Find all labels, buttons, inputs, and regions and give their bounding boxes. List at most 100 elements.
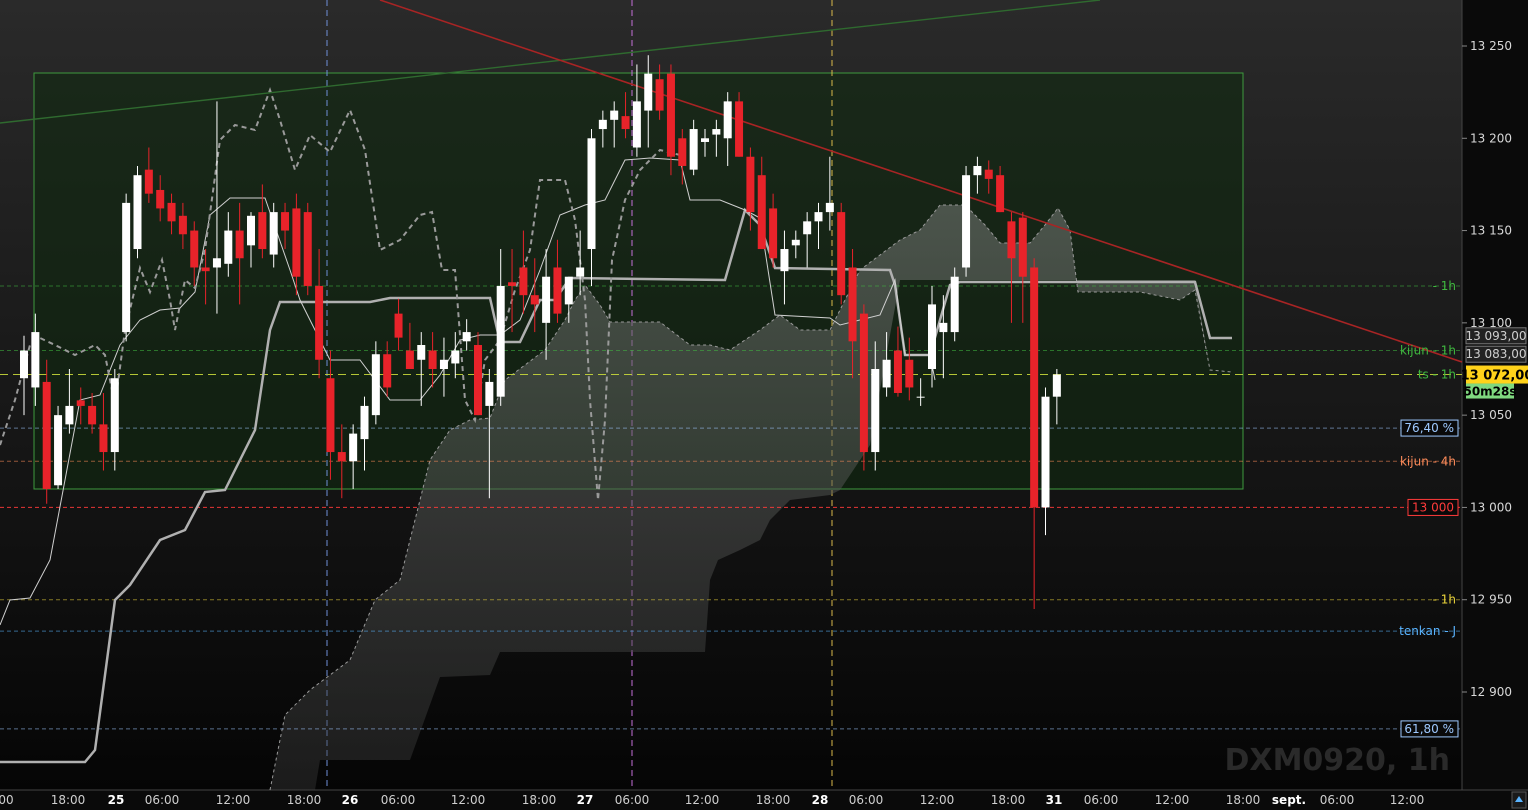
candle-body [201,267,210,272]
candle-body [769,208,778,259]
candle-body [417,345,426,360]
x-tick-label: 12:00 [685,793,720,807]
candle-body [281,212,290,231]
candle-body [167,202,176,222]
level-label: tenkan - J [1399,624,1456,638]
x-tick-label: 28 [812,793,829,807]
candle-body [962,175,971,268]
candle-body [190,230,199,268]
candle-body [598,119,607,130]
candle-body [1007,221,1016,259]
candle-body [326,378,335,453]
candle-body [144,169,153,194]
candle-body [247,215,255,246]
level-label: - 1h [1433,279,1456,293]
candle-body [882,359,891,388]
candle-body [1041,396,1050,508]
price-chart[interactable]: DXM0920, 1h 12 900 12 950 13 000 13 050 13 1… [0,0,1528,810]
x-tick-label: 18:00 [522,793,557,807]
x-tick-label: 12:00 [1155,793,1190,807]
candle-body [621,116,630,130]
candle-body [791,239,800,246]
candle-body [235,230,244,259]
candle-body [973,165,982,176]
x-tick-label: 06:00 [1084,793,1119,807]
candle-body [462,332,471,342]
candle-body [553,267,562,314]
level-label: 13 000 [1412,500,1454,514]
candle-body [723,101,732,139]
level-label: kijun - 4h [1400,454,1456,468]
candle-body [224,230,233,264]
candle-body [428,350,437,369]
x-tick-label: 18:00 [1226,793,1261,807]
candle-body [122,202,131,333]
candle-body [315,285,324,360]
x-tick-label: 18:00 [991,793,1026,807]
candle-body [405,350,414,369]
scroll-to-end-button[interactable] [1511,791,1527,809]
candle-body [303,212,312,286]
countdown-label: 50m28s [1463,385,1516,399]
candle-body [258,212,267,250]
candle-body [1052,374,1061,397]
watermark-group: DXM0920, 1h [1225,743,1450,778]
candle-body [735,101,744,157]
candle-body [439,359,448,369]
x-tick-label: 12:00 [920,793,955,807]
candle-body [383,354,392,388]
level-label: kijun - 1h [1400,344,1456,358]
x-tick-label: 12:00 [1390,793,1425,807]
candle-body [371,354,380,416]
level-label: ts - 1h [1418,368,1456,382]
x-tick-label: 26 [342,793,359,807]
candle-body [474,345,482,416]
y-tick-label: 12 950 [1470,593,1512,607]
x-tick-label: 12:00 [216,793,251,807]
candle-body [928,304,936,369]
x-tick-label: 06:00 [615,793,650,807]
candle-body [666,73,675,157]
candle-body [689,129,698,170]
x-tick-label: 18:00 [756,793,791,807]
candle-body [825,202,834,213]
candle-body [632,101,641,148]
x-tick-label: 12:00 [451,793,486,807]
current-price-label: 13 072,00 [1461,369,1528,384]
candle-body [712,129,721,135]
candle-body [99,424,108,453]
candle-body [837,212,846,296]
candle-body [678,138,687,166]
candle-body [996,175,1005,213]
candle-body [65,405,74,425]
candle-body [871,369,880,453]
candle-body [757,175,766,250]
candle-body [212,258,221,268]
candle-body [564,276,573,305]
candle-body [655,79,664,111]
candle-body [542,276,551,323]
candle-body [701,138,709,142]
candle-body [178,215,187,235]
y-tick-label: 13 200 [1470,131,1512,145]
price-label: 13 083,00 [1465,347,1526,361]
candle-body [950,276,959,333]
candle-body [893,350,902,393]
y-tick-label: 13 250 [1470,39,1512,53]
x-tick-label: 06:00 [1320,793,1355,807]
y-tick-label: 12 900 [1470,685,1512,699]
candle-body [644,73,653,111]
candle-body [133,175,142,250]
x-tick-label: 25 [108,793,125,807]
x-tick-label: 06:00 [145,793,180,807]
candle-body [110,378,119,453]
x-tick-label: 27 [577,793,594,807]
candle-body [292,208,301,277]
candle-body [848,267,857,342]
candle-body [485,381,494,406]
candle-body [1018,217,1027,277]
candle-body [156,189,165,209]
candle-body [746,156,755,213]
symbol-watermark: DXM0920, 1h [1225,743,1450,778]
candle-body [54,415,63,486]
